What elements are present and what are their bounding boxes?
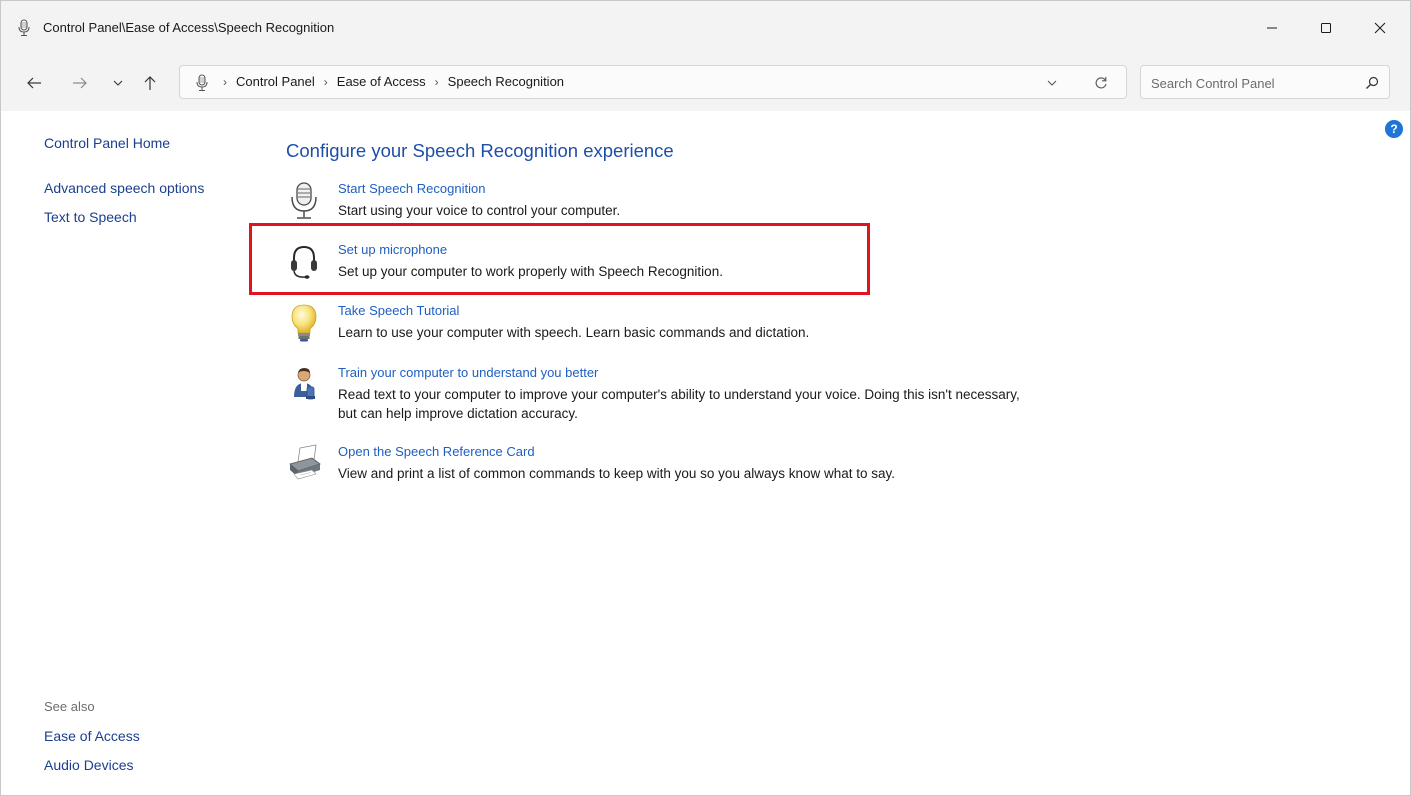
see-also-link-audio-devices[interactable]: Audio Devices [44,757,134,773]
help-icon[interactable]: ? [1385,120,1403,138]
task-link[interactable]: Train your computer to understand you be… [338,365,598,380]
breadcrumb-separator[interactable]: › [223,75,227,89]
task-description: View and print a list of common commands… [338,466,896,481]
sidebar-link-advanced-speech-options[interactable]: Advanced speech options [44,180,204,196]
title-bar: Control Panel\Ease of Access\Speech Reco… [1,1,1410,55]
microphone-app-icon [18,19,30,36]
sidebar-link-text-to-speech[interactable]: Text to Speech [44,209,137,225]
highlight-box [249,223,870,295]
microphone-icon [196,74,208,91]
maximize-button[interactable] [1303,1,1349,55]
task-description: Start using your voice to control your c… [338,203,621,218]
task-link[interactable]: Take Speech Tutorial [338,303,459,318]
arrow-left-icon [27,77,41,89]
back-button[interactable] [21,71,47,95]
user-training-icon [294,368,315,400]
microphone-icon [291,182,317,219]
arrow-up-icon [144,76,156,90]
minimize-icon [1267,27,1277,29]
up-button[interactable] [137,71,163,95]
arrow-right-icon [73,77,87,89]
task-link[interactable]: Start Speech Recognition [338,181,485,196]
navigation-bar: › Control Panel › Ease of Access › Speec… [1,55,1410,111]
page-heading: Configure your Speech Recognition experi… [286,140,674,161]
close-button[interactable] [1357,1,1403,55]
task-link[interactable]: Open the Speech Reference Card [338,444,535,459]
breadcrumb-ease-of-access[interactable]: Ease of Access [337,74,426,89]
address-history-button[interactable] [1042,73,1062,93]
breadcrumb-speech-recognition[interactable]: Speech Recognition [448,74,564,89]
breadcrumb-separator[interactable]: › [324,75,328,89]
search-box[interactable] [1140,65,1390,99]
chevron-down-icon [113,80,123,86]
lightbulb-icon [291,304,317,342]
address-bar[interactable]: › Control Panel › Ease of Access › Speec… [179,65,1127,99]
refresh-icon [1095,77,1107,89]
search-icon[interactable] [1363,74,1381,92]
control-panel-window: Control Panel\Ease of Access\Speech Reco… [0,0,1411,796]
printer-icon [289,444,321,480]
search-input[interactable] [1151,73,1351,93]
minimize-button[interactable] [1249,1,1295,55]
see-also-link-ease-of-access[interactable]: Ease of Access [44,728,140,744]
breadcrumb-separator[interactable]: › [435,75,439,89]
maximize-icon [1321,23,1331,33]
task-description: Read text to your computer to improve yo… [338,387,1020,421]
forward-button[interactable] [67,71,93,95]
breadcrumb: › Control Panel › Ease of Access › Speec… [214,74,564,89]
breadcrumb-control-panel[interactable]: Control Panel [236,74,315,89]
close-icon [1374,22,1386,34]
window-title: Control Panel\Ease of Access\Speech Reco… [43,20,335,35]
see-also-label: See also [44,699,95,714]
chevron-down-icon [1047,80,1057,86]
task-description: Learn to use your computer with speech. … [338,325,810,340]
sidebar-link-control-panel-home[interactable]: Control Panel Home [44,135,170,151]
recent-locations-button[interactable] [105,71,131,95]
refresh-button[interactable] [1090,73,1112,93]
